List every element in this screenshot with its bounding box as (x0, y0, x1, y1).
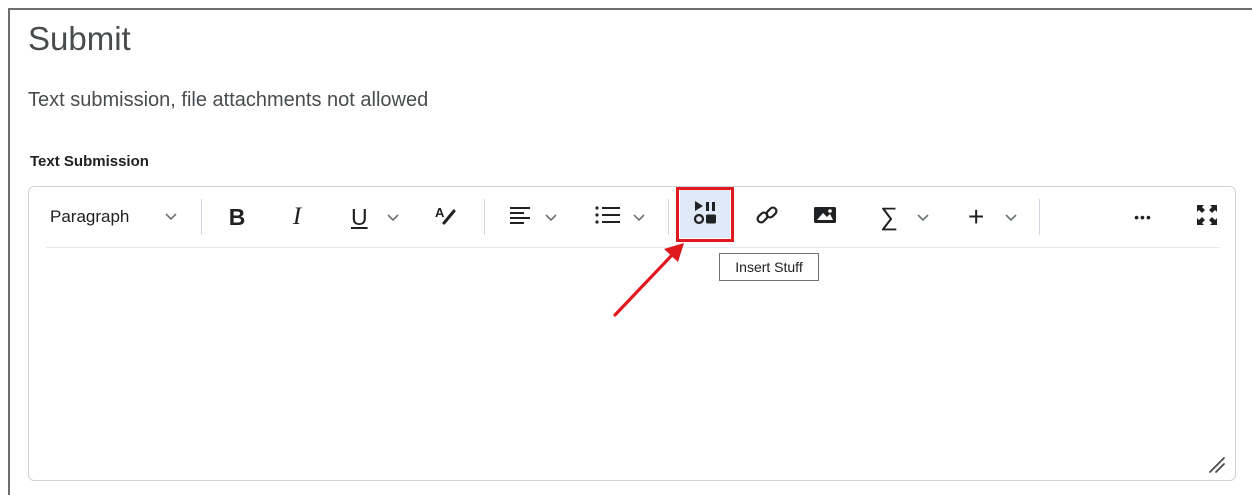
chevron-down-icon (386, 210, 400, 229)
highlight-box (676, 187, 734, 242)
resize-handle-icon[interactable] (1204, 452, 1226, 474)
more-icon: ••• (1134, 209, 1152, 225)
underline-icon: U (351, 203, 368, 230)
chevron-down-icon (164, 209, 178, 228)
chevron-down-icon (632, 210, 646, 229)
bold-button[interactable]: B (220, 200, 254, 234)
equation-dropdown[interactable]: ∑ (876, 200, 936, 234)
text-style-button[interactable]: A (426, 200, 464, 234)
toolbar-separator (484, 199, 485, 235)
align-icon (508, 204, 534, 231)
chevron-down-icon (544, 210, 558, 229)
toolbar-separator (1039, 199, 1040, 235)
underline-button[interactable]: U (345, 200, 405, 234)
paragraph-format-dropdown[interactable]: Paragraph (46, 200, 186, 234)
toolbar-separator (201, 199, 202, 235)
link-icon (754, 202, 780, 233)
fullscreen-button[interactable] (1190, 200, 1224, 234)
submission-info: Text submission, file attachments not al… (28, 89, 429, 111)
insert-image-button[interactable] (808, 200, 842, 234)
list-dropdown[interactable] (592, 200, 652, 234)
equation-icon: ∑ (880, 202, 898, 231)
chevron-down-icon (916, 210, 930, 229)
insert-more-dropdown[interactable]: + (964, 200, 1024, 234)
paragraph-format-label: Paragraph (50, 207, 130, 226)
more-options-button[interactable]: ••• (1126, 200, 1160, 234)
italic-button[interactable]: I (280, 200, 314, 234)
insert-link-button[interactable] (750, 200, 784, 234)
list-icon (594, 204, 622, 231)
text-submission-label: Text Submission (30, 153, 149, 170)
page-title: Submit (28, 20, 131, 57)
insert-stuff-tooltip: Insert Stuff (719, 253, 819, 281)
chevron-down-icon (1004, 210, 1018, 229)
svg-text:A: A (435, 205, 445, 220)
text-color-icon: A (432, 203, 458, 232)
bold-icon: B (228, 203, 246, 230)
plus-icon: + (968, 201, 985, 232)
image-icon (812, 204, 838, 231)
italic-icon: I (292, 203, 302, 230)
align-dropdown[interactable] (504, 200, 564, 234)
fullscreen-icon (1194, 202, 1220, 233)
toolbar-separator (668, 199, 669, 235)
annotation-arrow-icon (613, 243, 684, 317)
